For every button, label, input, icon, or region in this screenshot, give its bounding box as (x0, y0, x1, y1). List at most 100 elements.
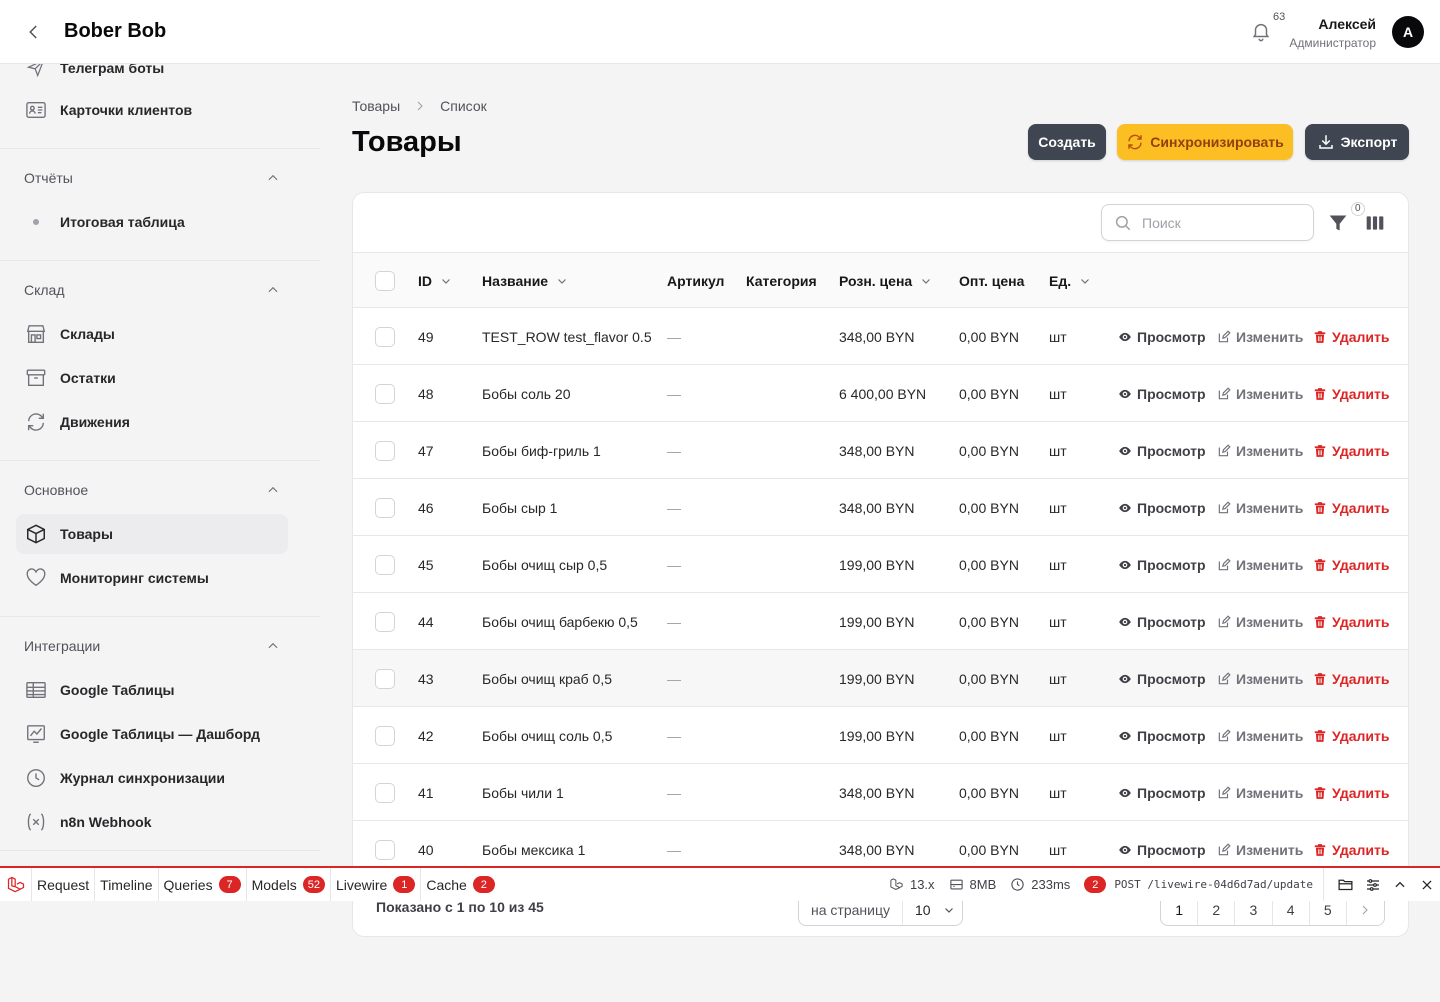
table-row[interactable]: 44 Бобы очищ барбекю 0,5 — 199,00 BYN 0,00 B… (353, 593, 1408, 650)
table-row[interactable]: 43 Бобы очищ краб 0,5 — 199,00 BYN 0,00 BYN ш… (353, 650, 1408, 707)
cell-sku: — (667, 727, 681, 744)
cell-sku: — (667, 784, 681, 801)
delete-action[interactable]: Удалить (1313, 422, 1389, 479)
row-checkbox[interactable] (375, 326, 395, 347)
sidebar-item-system-monitoring[interactable]: Мониторинг системы (16, 558, 288, 598)
folder-icon[interactable] (1332, 868, 1359, 901)
edit-action[interactable]: Изменить (1217, 365, 1303, 422)
search-input[interactable] (1142, 214, 1292, 231)
table-row[interactable]: 42 Бобы очищ соль 0,5 — 199,00 BYN 0,00 BYN ш… (353, 707, 1408, 764)
trash-icon (1313, 672, 1327, 686)
sidebar-item-summary-table[interactable]: Итоговая таблица (16, 202, 288, 242)
columns-icon[interactable] (1365, 213, 1385, 233)
edit-action[interactable]: Изменить (1217, 308, 1303, 365)
row-checkbox[interactable] (375, 383, 395, 404)
sidebar-group-reports[interactable]: Отчёты (24, 166, 280, 190)
sidebar-group-main[interactable]: Основное (24, 478, 280, 502)
table-row[interactable]: 47 Бобы биф-гриль 1 — 348,00 BYN 0,00 BYN шт П… (353, 422, 1408, 479)
edit-action[interactable]: Изменить (1217, 650, 1303, 707)
view-action[interactable]: Просмотр (1118, 593, 1206, 650)
row-checkbox[interactable] (375, 554, 395, 575)
sidebar-item-stock[interactable]: Остатки (16, 358, 288, 398)
sidebar-item-sync-log[interactable]: Журнал синхронизации (16, 758, 288, 798)
chevron-up-icon[interactable] (1386, 868, 1413, 901)
sidebar-group-warehouse[interactable]: Склад (24, 278, 280, 302)
search-box[interactable] (1101, 204, 1314, 241)
bell-icon[interactable] (1250, 20, 1274, 44)
debug-tab-queries[interactable]: Queries 7 (159, 868, 247, 901)
table-row[interactable]: 46 Бобы сыр 1 — 348,00 BYN 0,00 BYN шт Просмот… (353, 479, 1408, 536)
close-icon[interactable] (1413, 868, 1440, 901)
delete-action[interactable]: Удалить (1313, 650, 1389, 707)
select-all-checkbox[interactable] (375, 270, 395, 291)
delete-action[interactable]: Удалить (1313, 593, 1389, 650)
sidebar-item-warehouses[interactable]: Склады (16, 314, 288, 354)
group-label: Склад (24, 282, 65, 298)
export-button[interactable]: Экспорт (1305, 124, 1409, 160)
view-action[interactable]: Просмотр (1118, 365, 1206, 422)
row-checkbox[interactable] (375, 668, 395, 689)
sidebar-item-client-cards[interactable]: Карточки клиентов (16, 90, 288, 130)
cell-name: Бобы очищ барбекю 0,5 (482, 613, 638, 630)
sidebar-item-telegram-bots[interactable]: Телеграм боты (16, 64, 288, 88)
chevron-up-icon (266, 639, 280, 653)
debug-tab-models[interactable]: Models 52 (247, 868, 331, 901)
sidebar-item-products[interactable]: Товары (16, 514, 288, 554)
sync-button[interactable]: Синхронизировать (1117, 124, 1293, 160)
edit-action[interactable]: Изменить (1217, 707, 1303, 764)
view-action[interactable]: Просмотр (1118, 764, 1206, 821)
debug-tab-livewire[interactable]: Livewire 1 (331, 868, 422, 901)
view-action[interactable]: Просмотр (1118, 308, 1206, 365)
table-row[interactable]: 48 Бобы соль 20 — 6 400,00 BYN 0,00 BYN шт Про… (353, 365, 1408, 422)
edit-action[interactable]: Изменить (1217, 593, 1303, 650)
delete-action[interactable]: Удалить (1313, 308, 1389, 365)
laravel-logo-icon[interactable] (0, 868, 32, 901)
create-button[interactable]: Создать (1028, 124, 1106, 160)
user-name[interactable]: Алексей (1318, 16, 1376, 32)
back-arrow-icon[interactable] (22, 20, 46, 44)
trash-icon (1313, 501, 1327, 515)
sidebar-item-n8n-webhook[interactable]: n8n Webhook (16, 802, 288, 842)
table-row[interactable]: 49 TEST_ROW test_flavor 0.5 — 348,00 BYN 0,0… (353, 308, 1408, 365)
view-action[interactable]: Просмотр (1118, 422, 1206, 479)
view-action[interactable]: Просмотр (1118, 479, 1206, 536)
row-checkbox[interactable] (375, 611, 395, 632)
view-action[interactable]: Просмотр (1118, 650, 1206, 707)
row-checkbox[interactable] (375, 782, 395, 803)
table-row[interactable]: 41 Бобы чили 1 — 348,00 BYN 0,00 BYN шт Просмо… (353, 764, 1408, 821)
table-row[interactable]: 45 Бобы очищ сыр 0,5 — 199,00 BYN 0,00 BYN шт… (353, 536, 1408, 593)
column-unit[interactable]: Ед. (1049, 253, 1091, 308)
edit-action[interactable]: Изменить (1217, 536, 1303, 593)
filter-icon[interactable] (1328, 213, 1348, 233)
delete-action[interactable]: Удалить (1313, 536, 1389, 593)
sidebar-group-integrations[interactable]: Интеграции (24, 634, 280, 658)
sidebar-item-movements[interactable]: Движения (16, 402, 288, 442)
column-id[interactable]: ID (418, 253, 452, 308)
debug-tab-request[interactable]: Request (32, 868, 96, 901)
delete-action[interactable]: Удалить (1313, 707, 1389, 764)
delete-action[interactable]: Удалить (1313, 479, 1389, 536)
edit-action[interactable]: Изменить (1217, 422, 1303, 479)
sidebar-item-google-sheets-dashboard[interactable]: Google Таблицы — Дашборд (16, 714, 288, 754)
column-retail-price[interactable]: Розн. цена (839, 253, 932, 308)
delete-action[interactable]: Удалить (1313, 764, 1389, 821)
row-checkbox[interactable] (375, 725, 395, 746)
row-checkbox[interactable] (375, 440, 395, 461)
debug-tab-cache[interactable]: Cache 2 (421, 868, 499, 901)
debug-tab-timeline[interactable]: Timeline (95, 868, 159, 901)
delete-action[interactable]: Удалить (1313, 365, 1389, 422)
breadcrumb-link[interactable]: Товары (352, 98, 400, 114)
row-checkbox[interactable] (375, 839, 395, 860)
view-action[interactable]: Просмотр (1118, 707, 1206, 764)
column-name[interactable]: Название (482, 253, 568, 308)
sidebar-item-google-sheets[interactable]: Google Таблицы (16, 670, 288, 710)
request-selector[interactable]: 2 POST /livewire-04d6d7ad/update (1084, 868, 1324, 901)
cell-unit: шт (1049, 613, 1067, 630)
view-action[interactable]: Просмотр (1118, 536, 1206, 593)
avatar[interactable]: А (1392, 16, 1424, 48)
brand-name[interactable]: Bober Bob (64, 20, 166, 43)
edit-action[interactable]: Изменить (1217, 479, 1303, 536)
settings-sliders-icon[interactable] (1359, 868, 1386, 901)
row-checkbox[interactable] (375, 497, 395, 518)
edit-action[interactable]: Изменить (1217, 764, 1303, 821)
